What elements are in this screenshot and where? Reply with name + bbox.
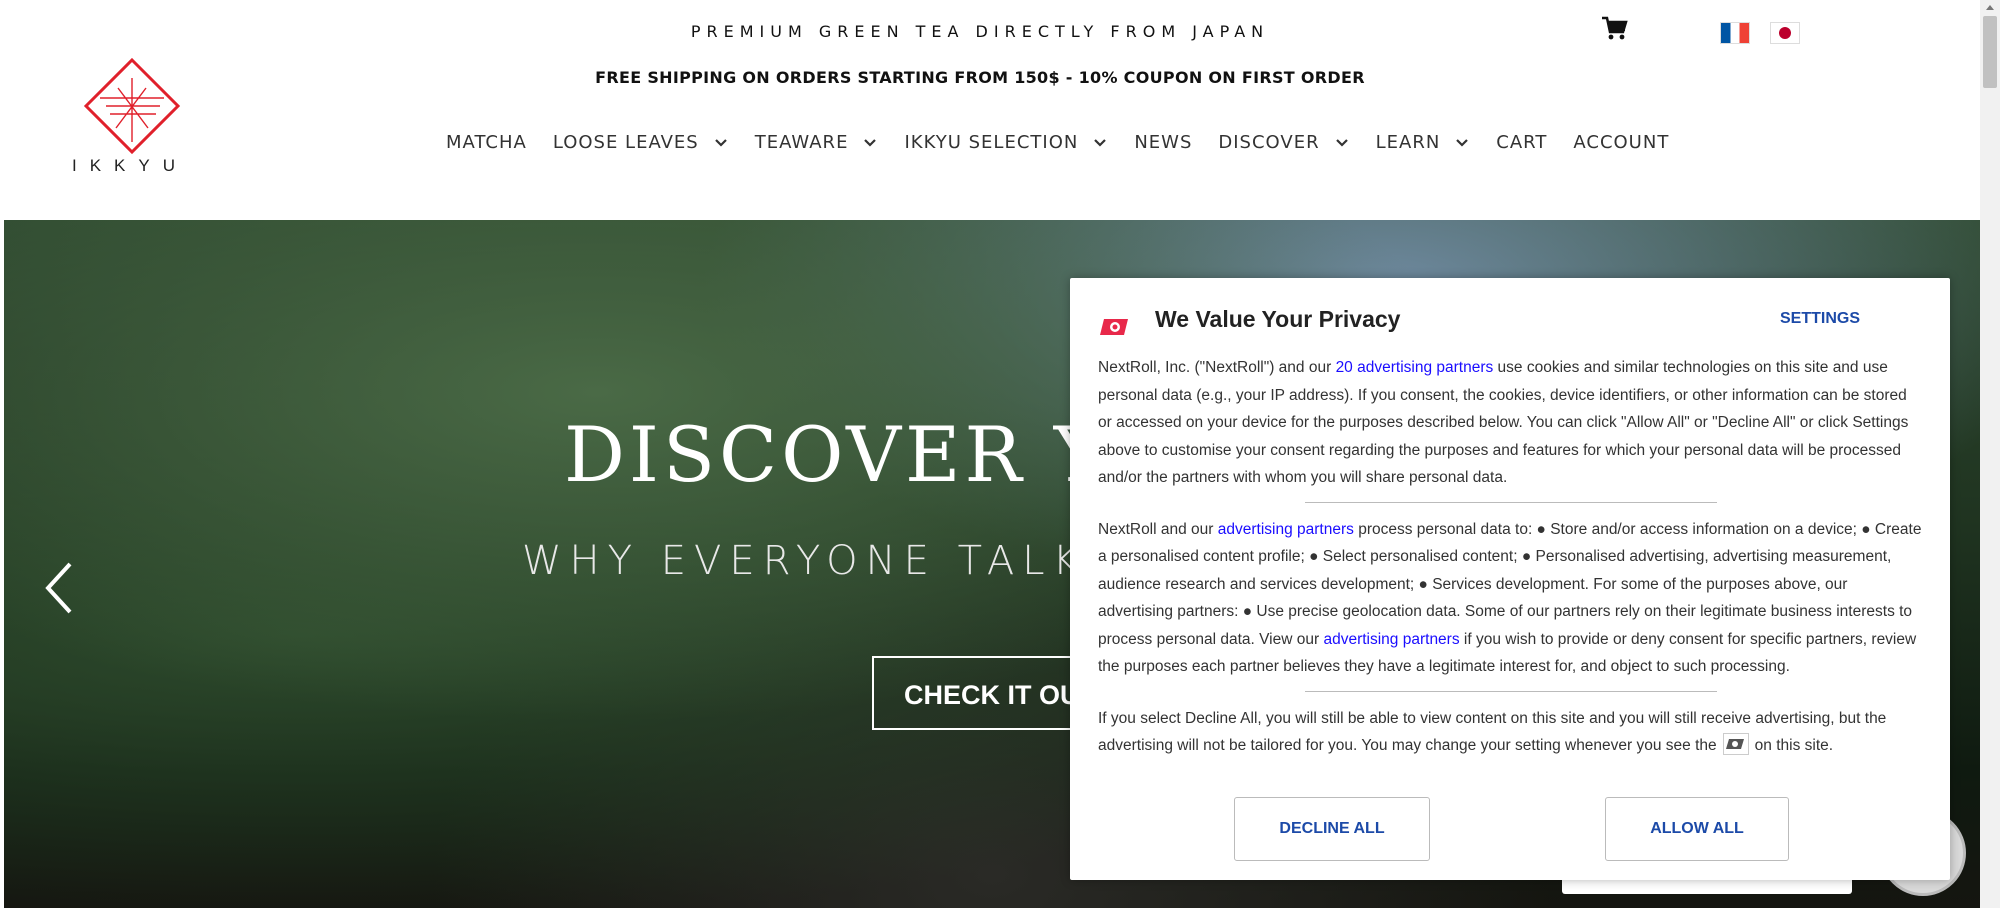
nav-matcha[interactable]: MATCHA xyxy=(446,132,527,153)
privacy-consent-dialog: We Value Your Privacy SETTINGS NextRoll,… xyxy=(1070,278,1950,880)
text: on this site. xyxy=(1754,737,1834,754)
text: process personal data to: ● Store and/or… xyxy=(1098,520,1922,648)
allow-all-button[interactable]: ALLOW ALL xyxy=(1605,797,1789,861)
chevron-down-icon xyxy=(1456,138,1469,147)
advertising-partners-link[interactable]: 20 advertising partners xyxy=(1336,359,1494,376)
dialog-title: We Value Your Privacy xyxy=(1155,306,1401,332)
advertising-partners-link[interactable]: advertising partners xyxy=(1218,521,1354,538)
chevron-down-icon xyxy=(864,138,877,147)
nextroll-logo-icon xyxy=(1100,319,1128,335)
nav-label: MATCHA xyxy=(446,132,527,153)
nav-learn[interactable]: LEARN xyxy=(1376,132,1471,153)
cart-icon[interactable] xyxy=(1600,14,1628,42)
consent-paragraph-1: NextRoll, Inc. ("NextRoll") and our 20 a… xyxy=(1098,354,1924,492)
nav-loose-leaves[interactable]: LOOSE LEAVES xyxy=(553,132,729,153)
nav-label: NEWS xyxy=(1134,132,1193,153)
chevron-down-icon xyxy=(1094,138,1107,147)
scroll-up-icon[interactable] xyxy=(1980,0,2000,14)
nav-discover[interactable]: DISCOVER xyxy=(1218,132,1349,153)
scroll-thumb[interactable] xyxy=(1983,16,1997,88)
advertising-partners-link[interactable]: advertising partners xyxy=(1323,631,1459,648)
nav-label: LEARN xyxy=(1375,132,1441,153)
carousel-prev-icon[interactable] xyxy=(40,558,80,618)
hero-subtitle: WHY EVERYONE TALK xyxy=(522,538,1087,584)
decline-all-button[interactable]: DECLINE ALL xyxy=(1234,797,1430,861)
flag-fr-icon[interactable] xyxy=(1720,22,1750,44)
shipping-banner: FREE SHIPPING ON ORDERS STARTING FROM 15… xyxy=(595,68,1365,87)
settings-link[interactable]: SETTINGS xyxy=(1780,310,1860,328)
consent-paragraph-3: If you select Decline All, you will stil… xyxy=(1098,705,1924,760)
nav-label: LOOSE LEAVES xyxy=(552,132,699,153)
nav-teaware[interactable]: TEAWARE xyxy=(755,132,879,153)
chevron-down-icon xyxy=(714,138,727,147)
nav-account[interactable]: ACCOUNT xyxy=(1573,132,1669,153)
tagline: PREMIUM GREEN TEA DIRECTLY FROM JAPAN xyxy=(690,22,1270,41)
flag-jp-icon[interactable] xyxy=(1770,22,1800,44)
chevron-down-icon xyxy=(1335,138,1348,147)
logo-text: IKKYU xyxy=(72,156,189,175)
scrollbar[interactable] xyxy=(1980,0,2000,908)
nav-label: CART xyxy=(1496,132,1548,153)
nav-cart[interactable]: CART xyxy=(1496,132,1547,153)
nav-label: DISCOVER xyxy=(1218,132,1320,153)
nextroll-small-icon[interactable] xyxy=(1722,732,1749,755)
divider xyxy=(1305,690,1717,692)
dialog-body: NextRoll, Inc. ("NextRoll") and our 20 a… xyxy=(1098,354,1924,760)
text: NextRoll, Inc. ("NextRoll") and our xyxy=(1098,359,1336,376)
nav-ikkyu-selection[interactable]: IKKYU SELECTION xyxy=(904,132,1108,153)
nav-label: TEAWARE xyxy=(754,132,849,153)
text: NextRoll and our xyxy=(1098,520,1218,538)
main-nav: MATCHA LOOSE LEAVES TEAWARE IKKYU SELECT… xyxy=(446,132,1695,153)
hero-cta-button[interactable]: CHECK IT OUT xyxy=(872,656,1072,730)
nav-label: IKKYU SELECTION xyxy=(904,132,1079,153)
nav-news[interactable]: NEWS xyxy=(1134,132,1192,153)
nav-label: ACCOUNT xyxy=(1573,132,1670,153)
divider xyxy=(1305,501,1717,503)
text: use cookies and similar technologies on … xyxy=(1098,359,1909,486)
consent-paragraph-2: NextRoll and our advertising partners pr… xyxy=(1098,516,1924,681)
